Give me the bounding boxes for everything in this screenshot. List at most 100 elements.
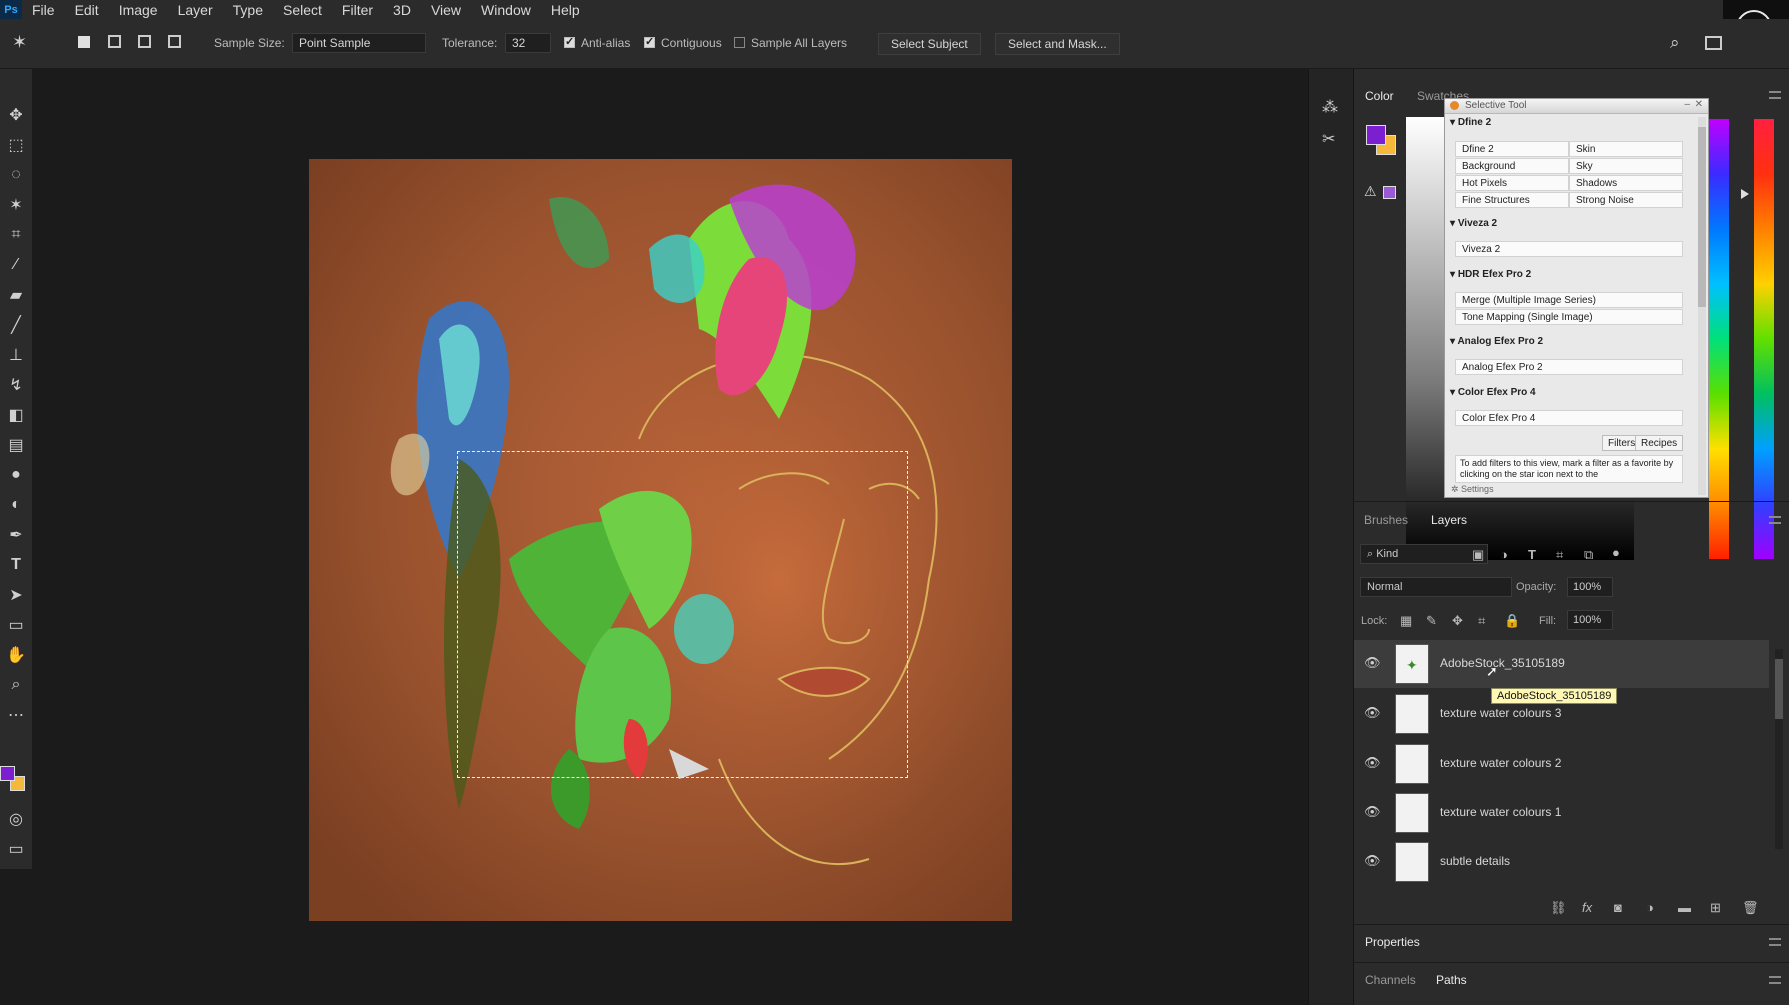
lock-transparent-pixels-icon[interactable]: ▦ xyxy=(1400,613,1412,629)
tools-presets-icon[interactable]: ✂ xyxy=(1322,129,1335,149)
layer-row[interactable]: 👁 ✦ AdobeStock_35105189 xyxy=(1354,640,1769,688)
filter-adjustment-icon[interactable]: ◑ xyxy=(1500,547,1508,562)
dfine-option[interactable]: Hot Pixels xyxy=(1455,175,1569,191)
lock-image-pixels-icon[interactable]: ✎ xyxy=(1426,613,1437,629)
lock-all-icon[interactable]: 🔒 xyxy=(1504,613,1520,629)
menu-layer[interactable]: Layer xyxy=(168,2,223,18)
out-of-gamut-warning-icon[interactable]: ⚠ xyxy=(1364,183,1377,200)
move-tool-icon[interactable]: ✥ xyxy=(4,103,28,127)
color-panel-foreground-swatch[interactable] xyxy=(1366,125,1386,145)
layer-thumbnail[interactable]: ✦ xyxy=(1395,644,1429,684)
workspace-icon[interactable] xyxy=(1705,36,1722,50)
brush-settings-icon[interactable]: ⁂ xyxy=(1322,97,1338,117)
paths-panel-menu-icon[interactable] xyxy=(1769,976,1781,984)
layer-thumbnail[interactable] xyxy=(1395,793,1429,833)
tab-color[interactable]: Color xyxy=(1365,89,1394,103)
recipes-button[interactable]: Recipes xyxy=(1635,435,1684,451)
tab-channels[interactable]: Channels xyxy=(1365,973,1416,987)
visibility-eye-icon[interactable]: 👁 xyxy=(1364,755,1381,771)
color-panel-menu-icon[interactable] xyxy=(1769,91,1781,99)
panel-close-icon[interactable]: ✕ xyxy=(1695,99,1703,110)
visibility-eye-icon[interactable]: 👁 xyxy=(1364,655,1381,671)
dfine-option[interactable]: Shadows xyxy=(1569,175,1683,191)
path-selection-tool-icon[interactable]: ➤ xyxy=(4,583,28,607)
section-viveza-header[interactable]: ▾ Viveza 2 xyxy=(1450,218,1497,229)
layer-thumbnail[interactable] xyxy=(1395,842,1429,882)
rectangle-tool-icon[interactable]: ▭ xyxy=(4,613,28,637)
menu-view[interactable]: View xyxy=(421,2,471,18)
layer-row[interactable]: 👁 texture water colours 2 xyxy=(1354,740,1769,788)
type-tool-icon[interactable]: T xyxy=(4,553,28,577)
sample-all-layers-checkbox[interactable] xyxy=(734,37,745,48)
filter-smart-object-icon[interactable]: ⧉ xyxy=(1584,547,1593,563)
visibility-eye-icon[interactable]: 👁 xyxy=(1364,853,1381,869)
layer-name[interactable]: AdobeStock_35105189 xyxy=(1440,656,1565,670)
section-dfine-header[interactable]: ▾ Dfine 2 xyxy=(1450,117,1491,128)
tab-paths[interactable]: Paths xyxy=(1436,973,1467,987)
more-tools-icon[interactable]: ⋯ xyxy=(4,703,28,727)
crop-tool-icon[interactable]: ⌗ xyxy=(4,223,28,247)
magic-wand-tool-preset-icon[interactable]: ✶ xyxy=(12,32,27,53)
hue-slider-marker-icon[interactable] xyxy=(1741,189,1749,199)
analog-option[interactable]: Analog Efex Pro 2 xyxy=(1455,359,1683,375)
fill-input[interactable]: 100% xyxy=(1567,610,1613,630)
minimize-icon[interactable]: – xyxy=(1684,99,1690,110)
layer-thumbnail[interactable] xyxy=(1395,744,1429,784)
marquee-selection[interactable] xyxy=(457,451,908,778)
marquee-tool-icon[interactable]: ⬚ xyxy=(4,133,28,157)
contiguous-checkbox[interactable] xyxy=(644,35,655,48)
section-hdr-header[interactable]: ▾ HDR Efex Pro 2 xyxy=(1450,269,1531,280)
clone-stamp-tool-icon[interactable]: ⊥ xyxy=(4,343,28,367)
dfine-option[interactable]: Background xyxy=(1455,158,1569,174)
gradient-tool-icon[interactable]: ▤ xyxy=(4,433,28,457)
settings-link[interactable]: ✲ Settings xyxy=(1451,484,1494,495)
layer-filter-select[interactable]: ⌕ Kind xyxy=(1360,544,1488,564)
lasso-tool-icon[interactable]: ◌ xyxy=(4,163,28,187)
delete-layer-icon[interactable]: 🗑 xyxy=(1742,900,1759,916)
visibility-eye-icon[interactable]: 👁 xyxy=(1364,705,1381,721)
eyedropper-tool-icon[interactable]: ⁄ xyxy=(4,253,28,277)
zoom-tool-icon[interactable]: ⌕ xyxy=(4,673,28,697)
history-brush-tool-icon[interactable]: ↯ xyxy=(4,373,28,397)
viveza-option[interactable]: Viveza 2 xyxy=(1455,241,1683,257)
tab-properties[interactable]: Properties xyxy=(1365,935,1420,949)
hand-tool-icon[interactable]: ✋ xyxy=(4,643,28,667)
layers-scrollbar-thumb[interactable] xyxy=(1775,659,1783,719)
filter-toggle-icon[interactable]: ● xyxy=(1612,545,1620,560)
layer-style-fx-icon[interactable]: fx xyxy=(1582,900,1592,915)
selective-tool-scrollbar-thumb[interactable] xyxy=(1698,127,1706,307)
dfine-option[interactable]: Strong Noise xyxy=(1569,192,1683,208)
layers-panel-menu-icon[interactable] xyxy=(1769,516,1781,524)
color-efex-option[interactable]: Color Efex Pro 4 xyxy=(1455,410,1683,426)
blur-tool-icon[interactable]: ● xyxy=(4,463,28,487)
screen-mode-icon[interactable]: ▭ xyxy=(4,837,28,861)
menu-file[interactable]: File xyxy=(22,2,65,18)
layer-name[interactable]: texture water colours 1 xyxy=(1440,805,1561,819)
blend-mode-select[interactable]: Normal xyxy=(1360,577,1512,597)
layer-row[interactable]: 👁 subtle details xyxy=(1354,838,1769,886)
color-spectrum-bar[interactable] xyxy=(1709,119,1729,559)
filter-shape-icon[interactable]: ⌗ xyxy=(1556,547,1563,563)
link-layers-icon[interactable]: ⛓ xyxy=(1550,900,1567,916)
tolerance-input[interactable]: 32 xyxy=(505,33,551,53)
section-color-efex-header[interactable]: ▾ Color Efex Pro 4 xyxy=(1450,387,1536,398)
sample-size-select[interactable]: Point Sample xyxy=(292,33,426,53)
layer-name[interactable]: texture water colours 2 xyxy=(1440,756,1561,770)
selective-tool-titlebar[interactable]: Selective Tool – ✕ xyxy=(1445,99,1708,114)
menu-edit[interactable]: Edit xyxy=(65,2,109,18)
search-icon[interactable]: ⌕ xyxy=(1670,33,1680,53)
dodge-tool-icon[interactable]: ◐ xyxy=(4,493,28,517)
layer-row[interactable]: 👁 texture water colours 1 xyxy=(1354,789,1769,837)
magic-wand-tool-icon[interactable]: ✶ xyxy=(4,193,28,217)
new-layer-icon[interactable]: ⊞ xyxy=(1710,900,1721,916)
add-mask-icon[interactable]: ◙ xyxy=(1614,900,1622,915)
filter-type-icon[interactable]: T xyxy=(1528,547,1536,562)
dfine-option[interactable]: Skin xyxy=(1569,141,1683,157)
lock-artboard-icon[interactable]: ⌗ xyxy=(1478,613,1485,629)
select-and-mask-button[interactable]: Select and Mask... xyxy=(995,33,1120,55)
hdr-option[interactable]: Tone Mapping (Single Image) xyxy=(1455,309,1683,325)
tab-brushes[interactable]: Brushes xyxy=(1364,513,1408,527)
menu-filter[interactable]: Filter xyxy=(332,2,383,18)
layer-name[interactable]: texture water colours 3 xyxy=(1440,706,1561,720)
hue-slider[interactable] xyxy=(1754,119,1774,559)
